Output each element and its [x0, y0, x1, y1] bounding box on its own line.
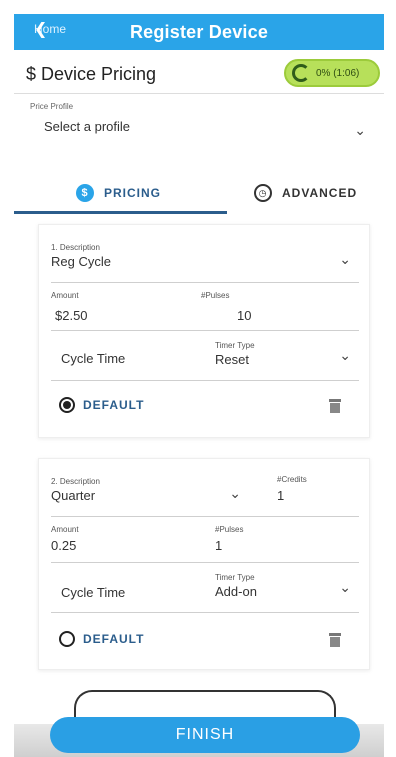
chevron-left-icon: ❮ — [34, 21, 48, 38]
amount-pulses-row: Amount $2.50 #Pulses 10 — [51, 289, 359, 331]
divider — [14, 93, 384, 94]
description-label: 2. Description — [51, 477, 100, 486]
default-label: DEFAULT — [83, 632, 145, 646]
timer-type-select[interactable]: Timer Type Reset ⌄ — [215, 341, 355, 367]
active-tab-indicator — [14, 211, 227, 214]
description-value: Quarter — [51, 488, 96, 503]
timer-type-value: Reset — [215, 352, 249, 367]
default-label: DEFAULT — [83, 398, 145, 412]
cycle-time-label: Cycle Time — [61, 585, 126, 600]
chevron-down-icon: ⌄ — [229, 485, 241, 501]
clock-icon: ◷ — [254, 184, 272, 202]
finish-button[interactable]: FINISH — [50, 717, 360, 753]
radio-unchecked-icon — [59, 631, 75, 647]
credits-field[interactable]: #Credits 1 — [277, 475, 347, 503]
section-header: $ Device Pricing 0% (1:06) — [14, 57, 384, 91]
pricing-card: 2. Description Quarter ⌄ #Credits 1 Amou… — [38, 458, 370, 670]
pulses-field[interactable]: #Pulses 10 — [201, 291, 341, 323]
description-select[interactable]: 2. Description Quarter ⌄ — [51, 477, 241, 503]
pulses-label: #Pulses — [215, 525, 244, 534]
trash-icon[interactable] — [329, 399, 341, 413]
pulses-label: #Pulses — [201, 291, 230, 300]
amount-field[interactable]: Amount $2.50 — [51, 291, 181, 323]
chevron-down-icon: ⌄ — [339, 251, 351, 267]
tab-advanced[interactable]: ◷ ADVANCED — [254, 175, 357, 211]
pulses-field[interactable]: #Pulses 1 — [215, 525, 345, 553]
timer-type-label: Timer Type — [215, 573, 255, 582]
amount-pulses-row: Amount 0.25 #Pulses 1 — [51, 523, 359, 563]
description-value: Reg Cycle — [51, 254, 111, 269]
tab-pricing-label: PRICING — [104, 186, 162, 200]
chevron-down-icon: ⌄ — [339, 347, 351, 363]
amount-field[interactable]: Amount 0.25 — [51, 525, 181, 553]
price-profile-value: Select a profile — [44, 119, 130, 134]
page-title: Register Device — [129, 21, 269, 42]
cycle-time-label: Cycle Time — [61, 351, 126, 366]
chevron-down-icon: ⌄ — [354, 122, 366, 138]
timer-type-select[interactable]: Timer Type Add-on ⌄ — [215, 573, 355, 599]
dollar-icon: $ — [76, 184, 94, 202]
pulses-value: 1 — [215, 538, 223, 553]
price-profile-label: Price Profile — [30, 102, 74, 111]
description-select[interactable]: 1. Description Reg Cycle ⌄ — [51, 239, 359, 283]
credits-label: #Credits — [277, 475, 307, 484]
chevron-down-icon: ⌄ — [339, 579, 351, 595]
app-header: ❮ Home Register Device — [14, 14, 384, 50]
app-screen: ❮ Home Register Device $ Device Pricing … — [0, 0, 396, 757]
description-row: 2. Description Quarter ⌄ #Credits 1 — [51, 473, 359, 517]
progress-badge: 0% (1:06) — [284, 59, 380, 87]
radio-checked-icon — [59, 397, 75, 413]
credits-value: 1 — [277, 488, 285, 503]
back-button[interactable]: ❮ Home — [34, 21, 66, 38]
default-radio[interactable]: DEFAULT — [59, 397, 144, 413]
amount-value: 0.25 — [51, 538, 77, 553]
tab-pricing[interactable]: $ PRICING — [76, 175, 161, 211]
add-pricing-button[interactable] — [74, 690, 336, 718]
refresh-icon — [292, 64, 310, 82]
pulses-value: 10 — [237, 308, 252, 323]
amount-label: Amount — [51, 291, 79, 300]
price-profile-select[interactable]: Price Profile Select a profile ⌄ — [30, 102, 370, 138]
tab-bar: $ PRICING ◷ ADVANCED — [14, 175, 384, 214]
pricing-card: 1. Description Reg Cycle ⌄ Amount $2.50 … — [38, 224, 370, 438]
amount-label: Amount — [51, 525, 79, 534]
section-title: $ Device Pricing — [26, 63, 157, 84]
amount-value: $2.50 — [55, 308, 88, 323]
default-radio[interactable]: DEFAULT — [59, 631, 144, 647]
timer-type-label: Timer Type — [215, 341, 255, 350]
description-label: 1. Description — [51, 243, 100, 252]
cycle-time-row: Cycle Time Timer Type Add-on ⌄ — [51, 569, 359, 613]
timer-type-value: Add-on — [215, 584, 257, 599]
tab-advanced-label: ADVANCED — [282, 186, 358, 200]
progress-text: 0% (1:06) — [316, 67, 360, 79]
trash-icon[interactable] — [329, 633, 341, 647]
cycle-time-row: Cycle Time Timer Type Reset ⌄ — [51, 337, 359, 381]
